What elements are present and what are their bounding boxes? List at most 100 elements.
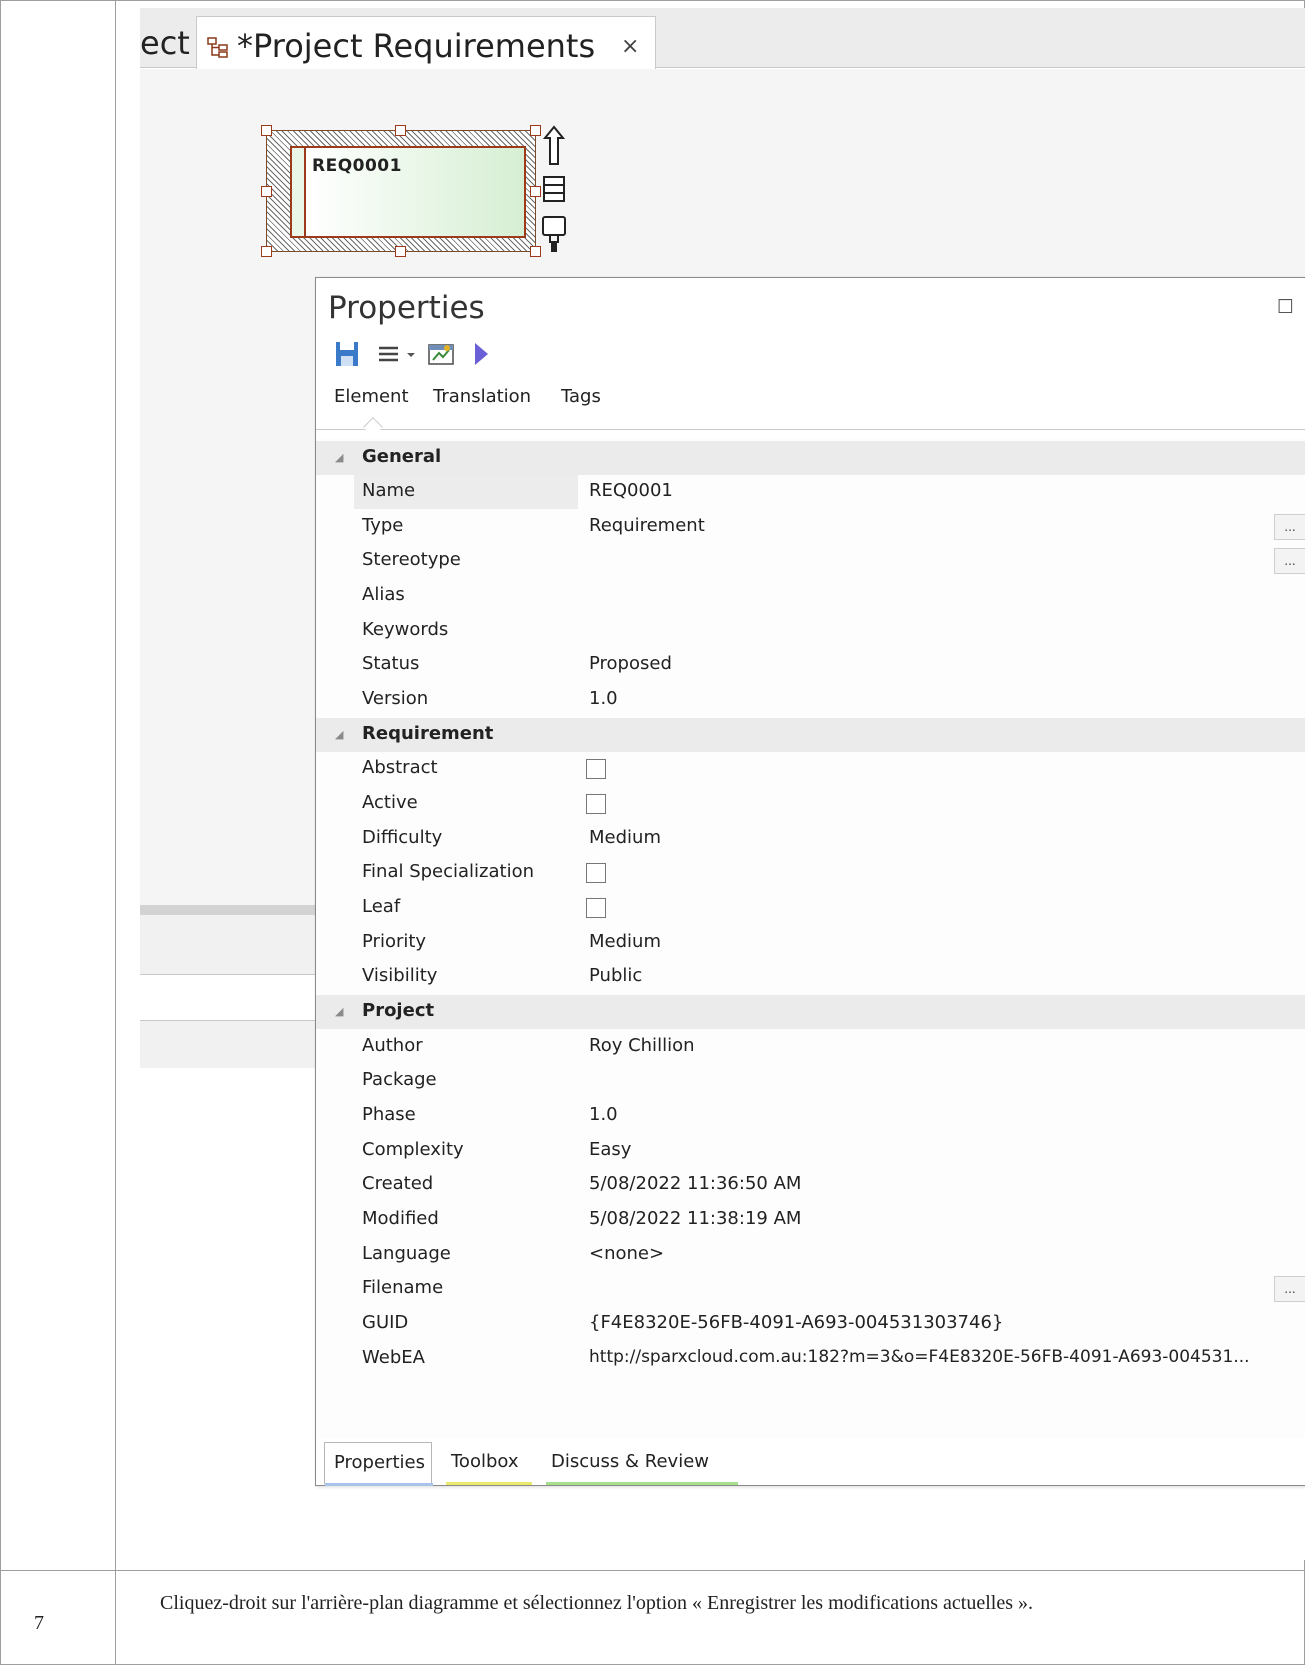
- collapse-icon[interactable]: ◢: [335, 451, 343, 464]
- section-project[interactable]: ◢ Project: [316, 995, 1305, 1029]
- chevron-down-icon[interactable]: [404, 340, 418, 368]
- property-row-modified[interactable]: Modified 5/08/2022 11:38:19 AM: [316, 1203, 1305, 1237]
- property-row-stereotype[interactable]: Stereotype ...: [316, 544, 1305, 578]
- property-row-complexity[interactable]: Complexity Easy: [316, 1134, 1305, 1168]
- browse-type-button[interactable]: ...: [1274, 514, 1305, 540]
- resize-handle-bottom[interactable]: [395, 246, 406, 257]
- property-value[interactable]: 1.0: [589, 688, 618, 709]
- property-row-phase[interactable]: Phase 1.0: [316, 1099, 1305, 1133]
- property-value[interactable]: 5/08/2022 11:38:19 AM: [589, 1208, 801, 1229]
- property-row-alias[interactable]: Alias: [316, 579, 1305, 613]
- property-value[interactable]: <none>: [589, 1243, 664, 1264]
- property-row-author[interactable]: Author Roy Chillion: [316, 1030, 1305, 1064]
- property-label: Alias: [362, 584, 405, 605]
- property-label: Modified: [362, 1208, 439, 1229]
- property-row-language[interactable]: Language <none>: [316, 1238, 1305, 1272]
- element-properties-icon[interactable]: [426, 340, 456, 368]
- abstract-checkbox[interactable]: [586, 759, 606, 779]
- tab-label: Toolbox: [451, 1451, 519, 1472]
- property-value[interactable]: 5/08/2022 11:36:50 AM: [589, 1173, 801, 1194]
- element-side-bar: [290, 146, 304, 238]
- diagram-icon: [207, 37, 228, 58]
- final-specialization-checkbox[interactable]: [586, 863, 606, 883]
- subtab-tags[interactable]: Tags: [561, 386, 601, 407]
- property-row-filename[interactable]: Filename ...: [316, 1272, 1305, 1306]
- property-value[interactable]: Requirement: [589, 515, 705, 536]
- resize-handle-bottom-left[interactable]: [261, 246, 272, 257]
- resize-handle-left[interactable]: [261, 186, 272, 197]
- tab-previous-diagram[interactable]: ect: [140, 24, 190, 62]
- property-row-package[interactable]: Package: [316, 1064, 1305, 1098]
- property-label: Created: [362, 1173, 434, 1194]
- property-value[interactable]: Public: [589, 965, 642, 986]
- tab-discuss-review[interactable]: Discuss & Review: [542, 1442, 742, 1485]
- property-row-difficulty[interactable]: Difficulty Medium: [316, 822, 1305, 856]
- property-label: Package: [362, 1069, 437, 1090]
- property-row-final-specialization[interactable]: Final Specialization: [316, 856, 1305, 890]
- property-row-active[interactable]: Active: [316, 787, 1305, 821]
- save-icon[interactable]: [334, 340, 360, 368]
- resize-handle-top[interactable]: [395, 125, 406, 136]
- property-row-visibility[interactable]: Visibility Public: [316, 960, 1305, 994]
- property-row-guid[interactable]: GUID {F4E8320E-56FB-4091-A693-0045313037…: [316, 1307, 1305, 1341]
- browse-stereotype-button[interactable]: ...: [1274, 548, 1305, 574]
- play-icon[interactable]: [470, 340, 492, 368]
- property-value[interactable]: Medium: [589, 827, 661, 848]
- browse-filename-button[interactable]: ...: [1274, 1276, 1305, 1302]
- property-label: Final Specialization: [362, 861, 535, 882]
- property-value[interactable]: Medium: [589, 931, 661, 952]
- hamburger-menu-icon[interactable]: [376, 340, 402, 368]
- properties-subtabs: Element Translation Tags: [316, 386, 1305, 437]
- tab-title: *Project Requirements: [237, 27, 596, 65]
- section-general[interactable]: ◢ General: [316, 441, 1305, 475]
- leaf-checkbox[interactable]: [586, 898, 606, 918]
- quick-linker-arrow-icon[interactable]: [540, 124, 568, 168]
- property-label: Filename: [362, 1277, 444, 1298]
- properties-title: Properties: [328, 290, 485, 326]
- property-label: Phase: [362, 1104, 416, 1125]
- tab-label: Properties: [334, 1452, 425, 1473]
- property-row-type[interactable]: Type Requirement ...: [316, 510, 1305, 544]
- resize-handle-top-left[interactable]: [261, 125, 272, 136]
- property-row-status[interactable]: Status Proposed: [316, 648, 1305, 682]
- step-instruction: Cliquez-droit sur l'arrière-plan diagram…: [160, 1592, 1034, 1614]
- property-label: Leaf: [362, 896, 401, 917]
- property-label: Keywords: [362, 619, 449, 640]
- property-value[interactable]: REQ0001: [589, 480, 673, 501]
- property-label: WebEA: [362, 1347, 425, 1368]
- active-checkbox[interactable]: [586, 794, 606, 814]
- property-label: Language: [362, 1243, 451, 1264]
- property-label: Abstract: [362, 757, 438, 778]
- subtab-element[interactable]: Element: [334, 386, 409, 407]
- property-value[interactable]: Roy Chillion: [589, 1035, 695, 1056]
- property-value[interactable]: Easy: [589, 1139, 631, 1160]
- section-requirement[interactable]: ◢ Requirement: [316, 718, 1305, 752]
- property-value[interactable]: 1.0: [589, 1104, 618, 1125]
- property-row-version[interactable]: Version 1.0: [316, 683, 1305, 717]
- property-row-name[interactable]: Name REQ0001: [316, 475, 1305, 509]
- format-painter-icon[interactable]: [540, 214, 568, 254]
- close-icon[interactable]: ×: [621, 34, 639, 59]
- property-value[interactable]: {F4E8320E-56FB-4091-A693-004531303746}: [589, 1312, 1003, 1333]
- section-label: Project: [362, 1000, 435, 1021]
- property-row-abstract[interactable]: Abstract: [316, 752, 1305, 786]
- property-value[interactable]: http://sparxcloud.com.au:182?m=3&o=F4E83…: [589, 1347, 1250, 1367]
- tab-underline: [546, 1482, 738, 1485]
- property-row-leaf[interactable]: Leaf: [316, 891, 1305, 925]
- tab-properties[interactable]: Properties: [324, 1442, 433, 1486]
- property-row-keywords[interactable]: Keywords: [316, 614, 1305, 648]
- property-row-created[interactable]: Created 5/08/2022 11:36:50 AM: [316, 1168, 1305, 1202]
- tab-toolbox[interactable]: Toolbox: [442, 1442, 537, 1485]
- property-row-priority[interactable]: Priority Medium: [316, 926, 1305, 960]
- property-row-webea[interactable]: WebEA http://sparxcloud.com.au:182?m=3&o…: [316, 1342, 1305, 1376]
- collapse-icon[interactable]: ◢: [335, 728, 343, 741]
- requirement-element[interactable]: REQ0001: [261, 125, 541, 257]
- tab-label: Discuss & Review: [551, 1451, 710, 1472]
- tab-project-requirements[interactable]: *Project Requirements ×: [196, 16, 656, 69]
- subtab-translation[interactable]: Translation: [433, 386, 531, 407]
- maximize-icon[interactable]: ☐: [1277, 296, 1294, 318]
- property-label: Version: [362, 688, 429, 709]
- property-value[interactable]: Proposed: [589, 653, 672, 674]
- collapse-icon[interactable]: ◢: [335, 1005, 343, 1018]
- element-menu-icon[interactable]: [540, 174, 568, 204]
